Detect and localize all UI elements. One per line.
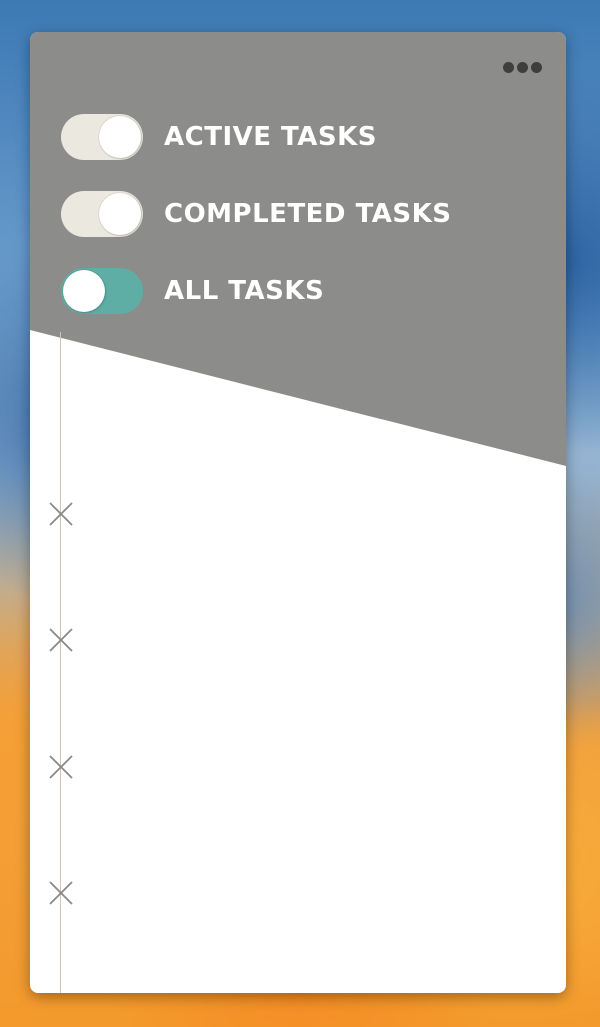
- toggle-knob: [99, 116, 141, 158]
- close-x-icon[interactable]: [48, 627, 74, 653]
- completed-tasks-toggle[interactable]: [61, 191, 143, 237]
- close-x-icon[interactable]: [48, 501, 74, 527]
- task-panel: ACTIVE TASKS COMPLETED TASKS ALL TASKS: [30, 32, 566, 993]
- active-tasks-toggle[interactable]: [61, 114, 143, 160]
- filter-label-all: ALL TASKS: [164, 276, 325, 306]
- toggle-knob: [63, 270, 105, 312]
- filter-label-active: ACTIVE TASKS: [164, 122, 377, 152]
- filter-completed-tasks[interactable]: COMPLETED TASKS: [61, 191, 452, 237]
- close-x-icon[interactable]: [48, 754, 74, 780]
- filter-all-tasks[interactable]: ALL TASKS: [61, 268, 324, 314]
- more-dots-icon: [531, 62, 542, 73]
- more-options-button[interactable]: [503, 62, 542, 73]
- toggle-knob: [99, 193, 141, 235]
- more-dots-icon: [503, 62, 514, 73]
- filter-label-completed: COMPLETED TASKS: [164, 199, 452, 229]
- more-dots-icon: [517, 62, 528, 73]
- filter-active-tasks[interactable]: ACTIVE TASKS: [61, 114, 377, 160]
- header-background: [30, 32, 566, 466]
- all-tasks-toggle[interactable]: [61, 268, 143, 314]
- close-x-icon[interactable]: [48, 880, 74, 906]
